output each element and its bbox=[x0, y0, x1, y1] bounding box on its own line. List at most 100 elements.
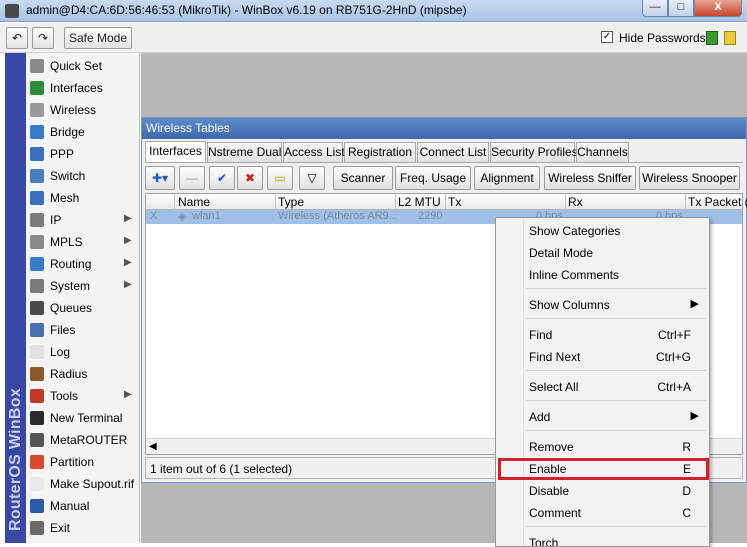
sidebar-item-mesh[interactable]: Mesh bbox=[26, 187, 140, 209]
menu-item-torch[interactable]: Torch bbox=[496, 532, 709, 546]
window-title-bar: admin@D4:CA:6D:56:46:53 (MikroTik) - Win… bbox=[0, 0, 747, 22]
tab-interfaces[interactable]: Interfaces bbox=[145, 141, 206, 162]
column-header-l2mtu[interactable]: L2 MTU bbox=[398, 195, 441, 209]
exit-icon bbox=[30, 521, 44, 535]
add-button[interactable]: ✚▾ bbox=[145, 166, 175, 190]
scanner-button[interactable]: Scanner bbox=[333, 166, 393, 190]
column-header-rx[interactable]: Rx bbox=[568, 195, 583, 209]
comment-button[interactable]: ▭ bbox=[267, 166, 293, 190]
menu-item-remove[interactable]: Remove R bbox=[496, 436, 709, 458]
sidebar-item-make-supout-rif[interactable]: Make Supout.rif bbox=[26, 473, 140, 495]
alignment-button[interactable]: Alignment bbox=[474, 166, 540, 190]
sidebar-item-label: Queues bbox=[50, 301, 93, 315]
sidebar-item-mpls[interactable]: MPLS ▶ bbox=[26, 231, 140, 253]
routing-icon bbox=[30, 257, 44, 271]
remove-button[interactable]: — bbox=[179, 166, 205, 190]
sidebar-item-ppp[interactable]: PPP bbox=[26, 143, 140, 165]
column-header-name[interactable]: Name bbox=[178, 195, 210, 209]
scroll-left-icon[interactable]: ◀ bbox=[149, 441, 157, 452]
bridge-icon bbox=[30, 125, 44, 139]
sidebar-item-radius[interactable]: Radius bbox=[26, 363, 140, 385]
hide-passwords-checkbox[interactable]: ✓ bbox=[601, 31, 613, 43]
tab-security-profiles[interactable]: Security Profiles bbox=[490, 142, 578, 162]
menu-separator bbox=[526, 288, 706, 289]
menu-item-show-columns[interactable]: Show Columns ▶ bbox=[496, 294, 709, 316]
wireless-snooper-button[interactable]: Wireless Snooper bbox=[639, 166, 740, 190]
menu-item-inline-comments[interactable]: Inline Comments bbox=[496, 264, 709, 286]
sidebar-item-interfaces[interactable]: Interfaces bbox=[26, 77, 140, 99]
menu-item-add[interactable]: Add ▶ bbox=[496, 406, 709, 428]
menu-item-detail-mode[interactable]: Detail Mode bbox=[496, 242, 709, 264]
sidebar-item-bridge[interactable]: Bridge bbox=[26, 121, 140, 143]
filter-button[interactable]: ▽ bbox=[299, 166, 325, 190]
sidebar-item-wireless[interactable]: Wireless bbox=[26, 99, 140, 121]
sidebar-item-system[interactable]: System ▶ bbox=[26, 275, 140, 297]
sidebar-item-metarouter[interactable]: MetaROUTER bbox=[26, 429, 140, 451]
wireless-tables-title-bar[interactable]: Wireless Tables bbox=[142, 118, 746, 139]
menu-separator bbox=[526, 430, 706, 431]
row-flag: X bbox=[150, 210, 158, 222]
submenu-arrow-icon: ▶ bbox=[124, 213, 132, 224]
sidebar-item-routing[interactable]: Routing ▶ bbox=[26, 253, 140, 275]
tab-registration[interactable]: Registration bbox=[344, 142, 416, 162]
tools-icon bbox=[30, 389, 44, 403]
menu-item-show-categories[interactable]: Show Categories bbox=[496, 220, 709, 242]
row-name: wlan1 bbox=[192, 210, 221, 222]
tab-connect-list[interactable]: Connect List bbox=[417, 142, 489, 162]
tab-nstreme-dual[interactable]: Nstreme Dual bbox=[207, 142, 282, 162]
radius-icon bbox=[30, 367, 44, 381]
sidebar-item-new-terminal[interactable]: New Terminal bbox=[26, 407, 140, 429]
sidebar-item-label: Manual bbox=[50, 499, 90, 513]
sidebar-item-files[interactable]: Files bbox=[26, 319, 140, 341]
context-menu: Show Categories Detail Mode Inline Comment… bbox=[495, 217, 710, 547]
log-icon bbox=[30, 345, 44, 359]
menu-item-find[interactable]: Find Ctrl+F bbox=[496, 324, 709, 346]
wireless-sniffer-button[interactable]: Wireless Sniffer bbox=[544, 166, 636, 190]
column-header-tx-packet[interactable]: Tx Packet (p bbox=[688, 195, 747, 209]
enable-button[interactable]: ✔ bbox=[209, 166, 235, 190]
menu-item-select-all[interactable]: Select All Ctrl+A bbox=[496, 376, 709, 398]
safe-mode-button[interactable]: Safe Mode bbox=[64, 27, 132, 49]
disable-button[interactable]: ✖ bbox=[237, 166, 263, 190]
redo-button[interactable]: ↷ bbox=[32, 27, 54, 49]
column-header-tx[interactable]: Tx bbox=[448, 195, 461, 209]
menu-item-comment[interactable]: Comment C bbox=[496, 502, 709, 524]
menu-item-label: Show Categories bbox=[529, 224, 621, 238]
menu-item-label: Select All bbox=[529, 380, 579, 394]
close-button[interactable]: X bbox=[694, 0, 742, 17]
undo-button[interactable]: ↶ bbox=[6, 27, 28, 49]
sidebar-item-quick-set[interactable]: Quick Set bbox=[26, 55, 140, 77]
files-icon bbox=[30, 323, 44, 337]
sidebar-item-label: System bbox=[50, 279, 91, 293]
row-type: Wireless (Atheros AR9... bbox=[278, 210, 398, 222]
sidebar-item-exit[interactable]: Exit bbox=[26, 517, 140, 539]
maximize-button[interactable]: □ bbox=[668, 0, 694, 17]
sidebar-item-partition[interactable]: Partition bbox=[26, 451, 140, 473]
submenu-arrow-icon: ▶ bbox=[690, 298, 699, 310]
lock-yellow-icon bbox=[724, 31, 736, 45]
sidebar-item-queues[interactable]: Queues bbox=[26, 297, 140, 319]
sidebar-menu: Quick Set Interfaces Wireless Bridge PPP Swit… bbox=[26, 53, 140, 543]
manual-icon bbox=[30, 499, 44, 513]
sidebar-item-log[interactable]: Log bbox=[26, 341, 140, 363]
interfaces-icon bbox=[30, 81, 44, 95]
tab-access-list[interactable]: Access List bbox=[283, 142, 345, 162]
menu-item-find-next[interactable]: Find Next Ctrl+G bbox=[496, 346, 709, 368]
column-header-type[interactable]: Type bbox=[278, 195, 304, 209]
tab-channels[interactable]: Channels bbox=[576, 142, 629, 162]
menu-item-disable[interactable]: Disable D bbox=[496, 480, 709, 502]
tab-divider bbox=[145, 162, 743, 163]
freq-usage-button[interactable]: Freq. Usage bbox=[395, 166, 471, 190]
sidebar-item-manual[interactable]: Manual bbox=[26, 495, 140, 517]
sidebar-item-label: Routing bbox=[50, 257, 92, 271]
sidebar-item-switch[interactable]: Switch bbox=[26, 165, 140, 187]
sidebar-item-ip[interactable]: IP ▶ bbox=[26, 209, 140, 231]
minimize-button[interactable]: — bbox=[642, 0, 668, 17]
status-text: 1 item out of 6 (1 selected) bbox=[150, 462, 293, 476]
menu-item-shortcut: C bbox=[682, 506, 691, 520]
ip-icon bbox=[30, 213, 44, 227]
sidebar-item-label: New Terminal bbox=[50, 411, 123, 425]
sidebar-item-label: Bridge bbox=[50, 125, 85, 139]
sidebar-item-tools[interactable]: Tools ▶ bbox=[26, 385, 140, 407]
lock-green-icon bbox=[706, 31, 718, 45]
